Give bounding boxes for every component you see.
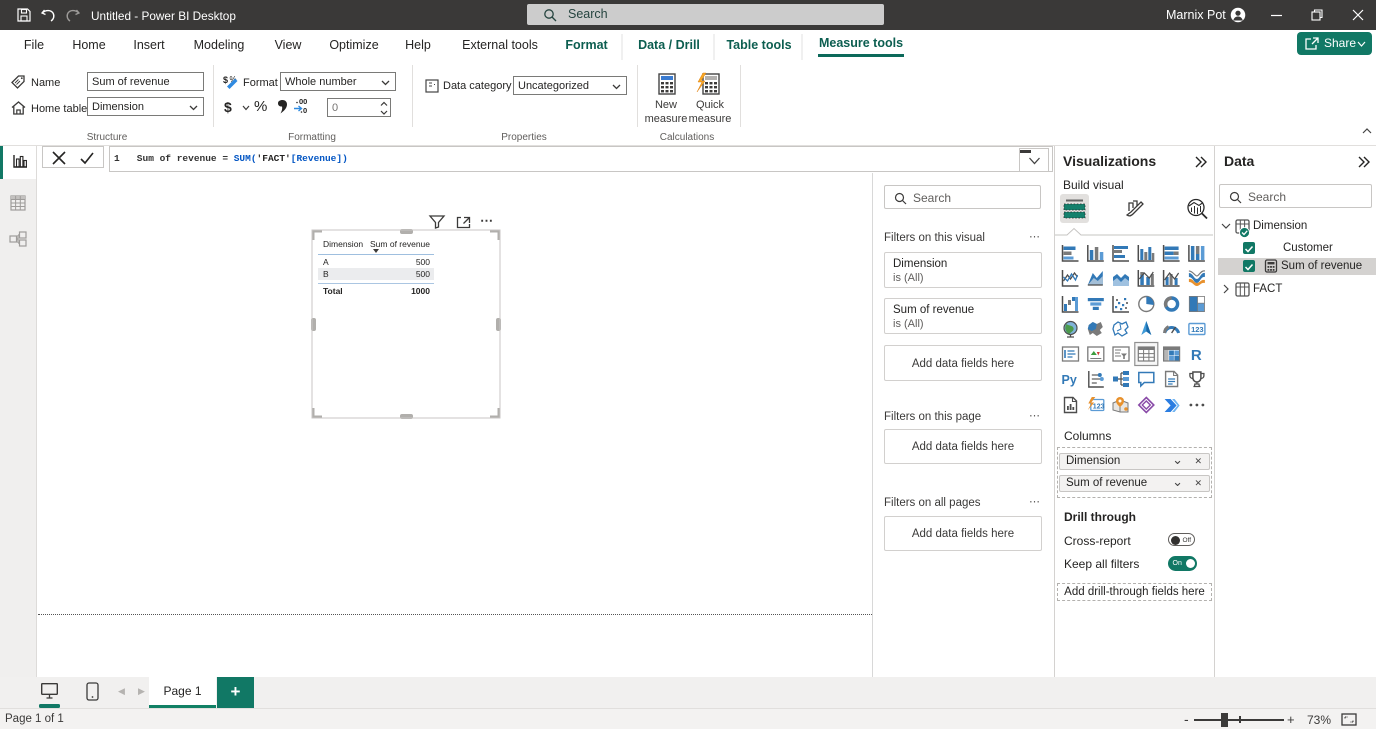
svg-text:123: 123 (1191, 325, 1204, 334)
svg-text:0: 0 (303, 106, 307, 115)
svg-text:123: 123 (1093, 403, 1105, 410)
svg-text:$: $ (223, 75, 228, 85)
svg-text:R: R (1191, 347, 1202, 364)
svg-text:00: 00 (299, 97, 307, 106)
svg-text:Py: Py (1062, 373, 1077, 387)
